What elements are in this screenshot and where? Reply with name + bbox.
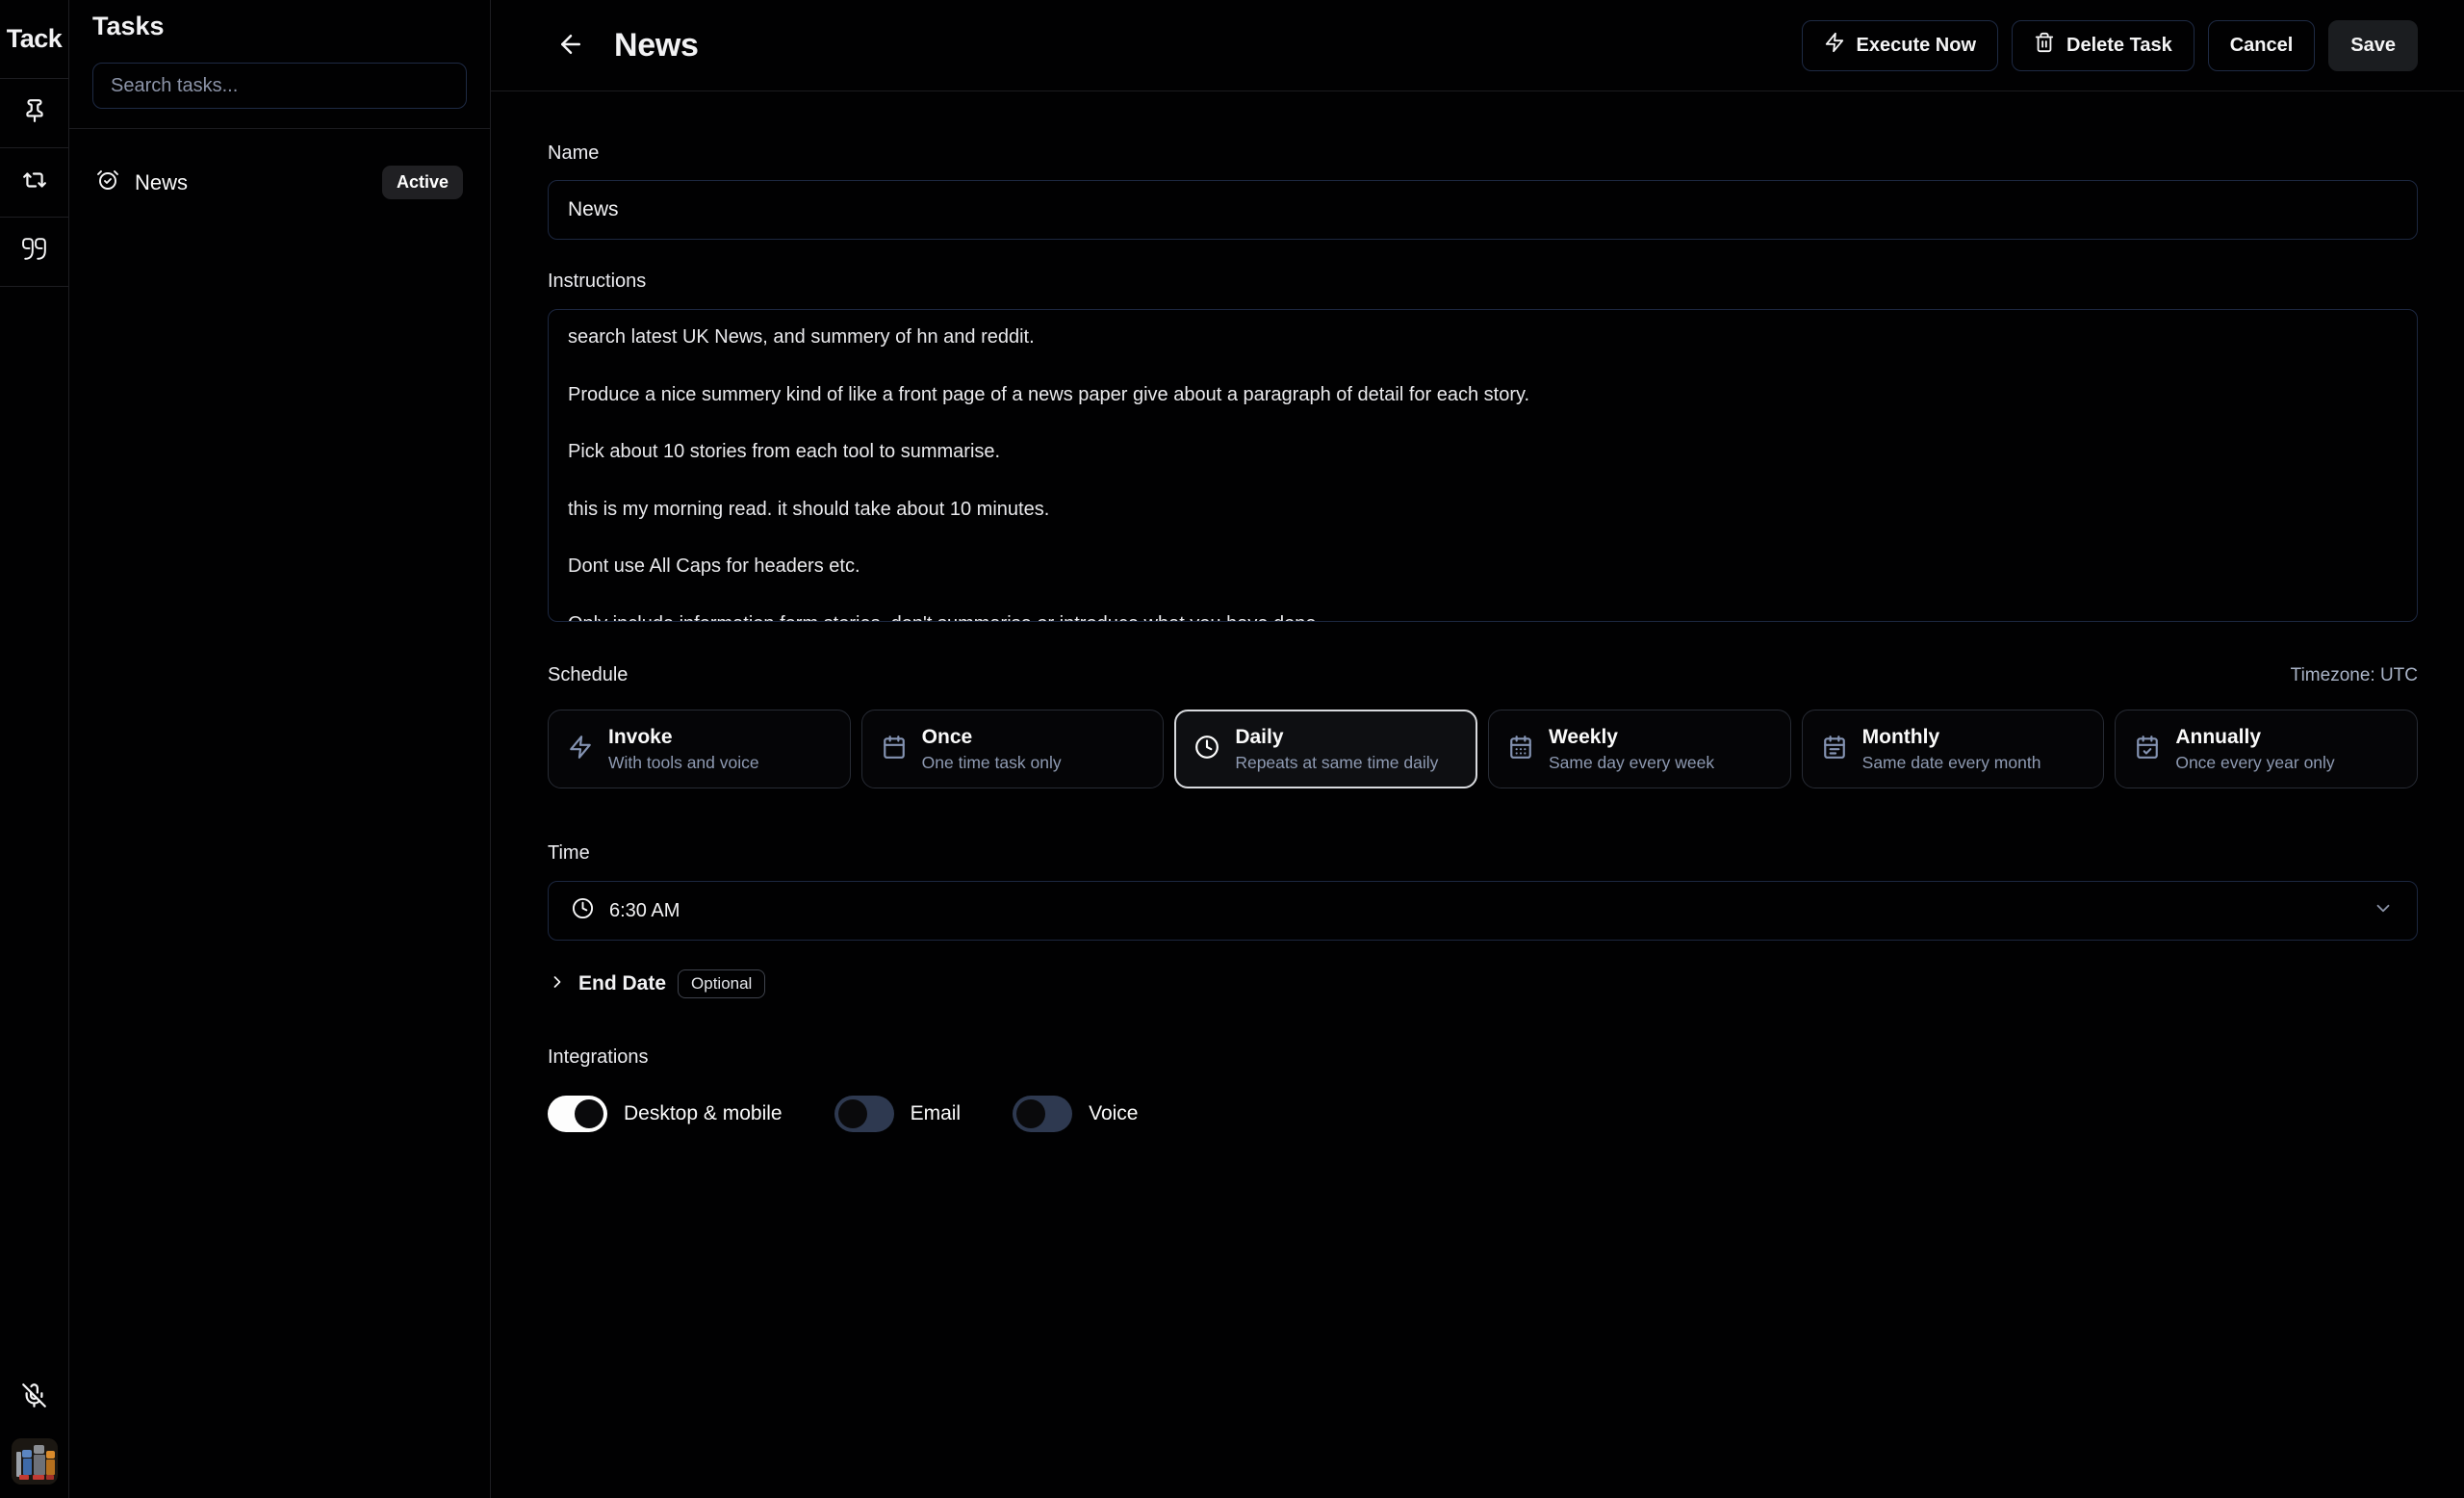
app-root: Tack — [0, 0, 2464, 1498]
integrations-label: Integrations — [548, 1046, 2418, 1069]
time-label: Time — [548, 842, 2418, 865]
option-title: Invoke — [608, 726, 759, 749]
option-subtitle: With tools and voice — [608, 753, 759, 773]
mic-toggle[interactable] — [0, 1382, 68, 1413]
option-title: Monthly — [1862, 726, 2041, 749]
schedule-option-monthly[interactable]: Monthly Same date every month — [1802, 710, 2105, 788]
trash-icon — [2034, 32, 2055, 59]
name-label: Name — [548, 142, 2418, 165]
save-button[interactable]: Save — [2328, 20, 2418, 71]
calendar-range-icon — [1822, 735, 1847, 764]
delete-task-button[interactable]: Delete Task — [2012, 20, 2194, 71]
save-label: Save — [2350, 35, 2396, 57]
schedule-header-row: Schedule Timezone: UTC — [548, 664, 2418, 686]
rail-item-recurring[interactable] — [0, 148, 68, 218]
name-field[interactable] — [548, 180, 2418, 240]
task-item-label: News — [135, 170, 188, 195]
chevron-down-icon — [2373, 898, 2394, 924]
rail-item-quotes[interactable] — [0, 218, 68, 287]
back-button[interactable] — [551, 24, 591, 67]
arrow-left-icon — [556, 30, 585, 62]
tasks-panel-header: Tasks — [69, 0, 490, 129]
task-list-item-news[interactable]: News Active — [83, 154, 476, 211]
instructions-field[interactable]: search latest UK News, and summery of hn… — [548, 309, 2418, 622]
instructions-label: Instructions — [548, 271, 2418, 293]
desktop-mobile-toggle[interactable] — [548, 1096, 607, 1132]
voice-toggle[interactable] — [1013, 1096, 1072, 1132]
alarm-clock-check-icon — [96, 168, 119, 196]
zap-icon — [1824, 32, 1845, 59]
main-area: News Execute Now Delete Task Cancel — [491, 0, 2464, 1498]
zap-icon — [568, 735, 593, 764]
option-subtitle: Same day every week — [1549, 753, 1714, 773]
status-badge: Active — [382, 166, 463, 199]
option-title: Weekly — [1549, 726, 1714, 749]
cancel-button[interactable]: Cancel — [2208, 20, 2316, 71]
schedule-option-once[interactable]: Once One time task only — [861, 710, 1165, 788]
header-actions: Execute Now Delete Task Cancel Save — [1802, 20, 2418, 71]
toggle-knob — [575, 1099, 603, 1128]
end-date-expander[interactable]: End Date Optional — [548, 969, 2418, 998]
search-input[interactable] — [92, 63, 467, 109]
email-toggle[interactable] — [834, 1096, 894, 1132]
time-value: 6:30 AM — [609, 900, 680, 922]
option-subtitle: One time task only — [922, 753, 1062, 773]
option-title: Once — [922, 726, 1062, 749]
mic-off-icon — [21, 1382, 47, 1413]
calendar-check-icon — [2135, 735, 2160, 764]
option-title: Daily — [1235, 726, 1438, 749]
toggle-knob — [1016, 1099, 1045, 1128]
app-logo: Tack — [0, 0, 68, 79]
clock-icon — [572, 897, 594, 924]
clock-icon — [1194, 735, 1219, 764]
page-header: News Execute Now Delete Task Cancel — [491, 0, 2464, 91]
task-form: Name Instructions search latest UK News,… — [491, 91, 2464, 1132]
schedule-option-invoke[interactable]: Invoke With tools and voice — [548, 710, 851, 788]
rail-spacer — [0, 287, 68, 1382]
optional-badge: Optional — [678, 969, 765, 998]
execute-now-label: Execute Now — [1857, 35, 1976, 57]
toggle-knob — [838, 1099, 867, 1128]
schedule-options: Invoke With tools and voice Once One tim… — [548, 710, 2418, 788]
option-subtitle: Repeats at same time daily — [1235, 753, 1438, 773]
option-title: Annually — [2175, 726, 2334, 749]
robots-avatar-image — [12, 1438, 58, 1485]
schedule-option-daily[interactable]: Daily Repeats at same time daily — [1174, 710, 1477, 788]
tasks-list: News Active — [69, 129, 490, 236]
integrations-toggles: Desktop & mobile Email Voice — [548, 1096, 2418, 1132]
calendar-icon — [882, 735, 907, 764]
tasks-title: Tasks — [92, 12, 467, 41]
icon-rail: Tack — [0, 0, 69, 1498]
schedule-label: Schedule — [548, 664, 628, 686]
user-avatar[interactable] — [12, 1438, 58, 1485]
option-subtitle: Once every year only — [2175, 753, 2334, 773]
calendar-days-icon — [1508, 735, 1533, 764]
end-date-label: End Date — [578, 972, 666, 995]
repeat-icon — [22, 168, 47, 197]
delete-task-label: Delete Task — [2066, 35, 2172, 57]
option-subtitle: Same date every month — [1862, 753, 2041, 773]
time-select[interactable]: 6:30 AM — [548, 881, 2418, 941]
chevron-right-icon — [548, 972, 567, 996]
desktop-mobile-label: Desktop & mobile — [624, 1102, 783, 1125]
rail-item-pinned[interactable] — [0, 79, 68, 148]
email-label: Email — [911, 1102, 962, 1125]
schedule-option-annually[interactable]: Annually Once every year only — [2115, 710, 2418, 788]
execute-now-button[interactable]: Execute Now — [1802, 20, 1998, 71]
quote-icon — [22, 237, 47, 267]
timezone-label: Timezone: UTC — [2291, 665, 2418, 686]
pin-icon — [22, 98, 47, 128]
voice-label: Voice — [1089, 1102, 1138, 1125]
cancel-label: Cancel — [2230, 35, 2294, 57]
tasks-panel: Tasks News Active — [69, 0, 491, 1498]
schedule-option-weekly[interactable]: Weekly Same day every week — [1488, 710, 1791, 788]
page-title: News — [614, 27, 699, 65]
